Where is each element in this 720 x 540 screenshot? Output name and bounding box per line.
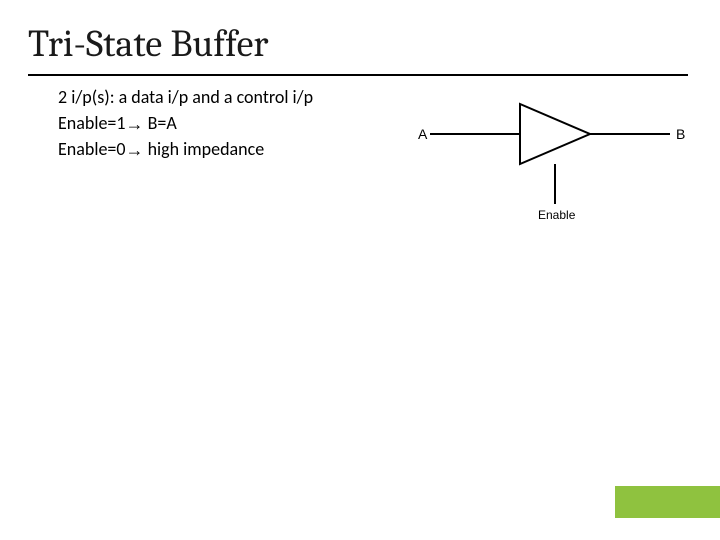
- arrow-icon: →: [126, 111, 144, 137]
- svg-text:Enable: Enable: [538, 208, 576, 222]
- svg-text:A: A: [418, 126, 428, 142]
- body-line-3-left: Enable=0: [58, 138, 126, 160]
- slide-title: Tri-State Buffer: [28, 22, 268, 66]
- body-line-2-left: Enable=1: [58, 112, 126, 134]
- title-divider: [28, 74, 688, 76]
- accent-bar: [615, 486, 720, 518]
- buffer-diagram: A B Enable: [410, 84, 690, 224]
- body-text: 2 i/p(s): a data i/p and a control i/p E…: [58, 84, 313, 162]
- body-line-1: 2 i/p(s): a data i/p and a control i/p: [58, 86, 313, 108]
- arrow-icon: →: [126, 137, 144, 163]
- svg-text:B: B: [676, 126, 685, 142]
- body-line-3-right: high impedance: [144, 138, 265, 160]
- body-line-2-right: B=A: [144, 112, 177, 134]
